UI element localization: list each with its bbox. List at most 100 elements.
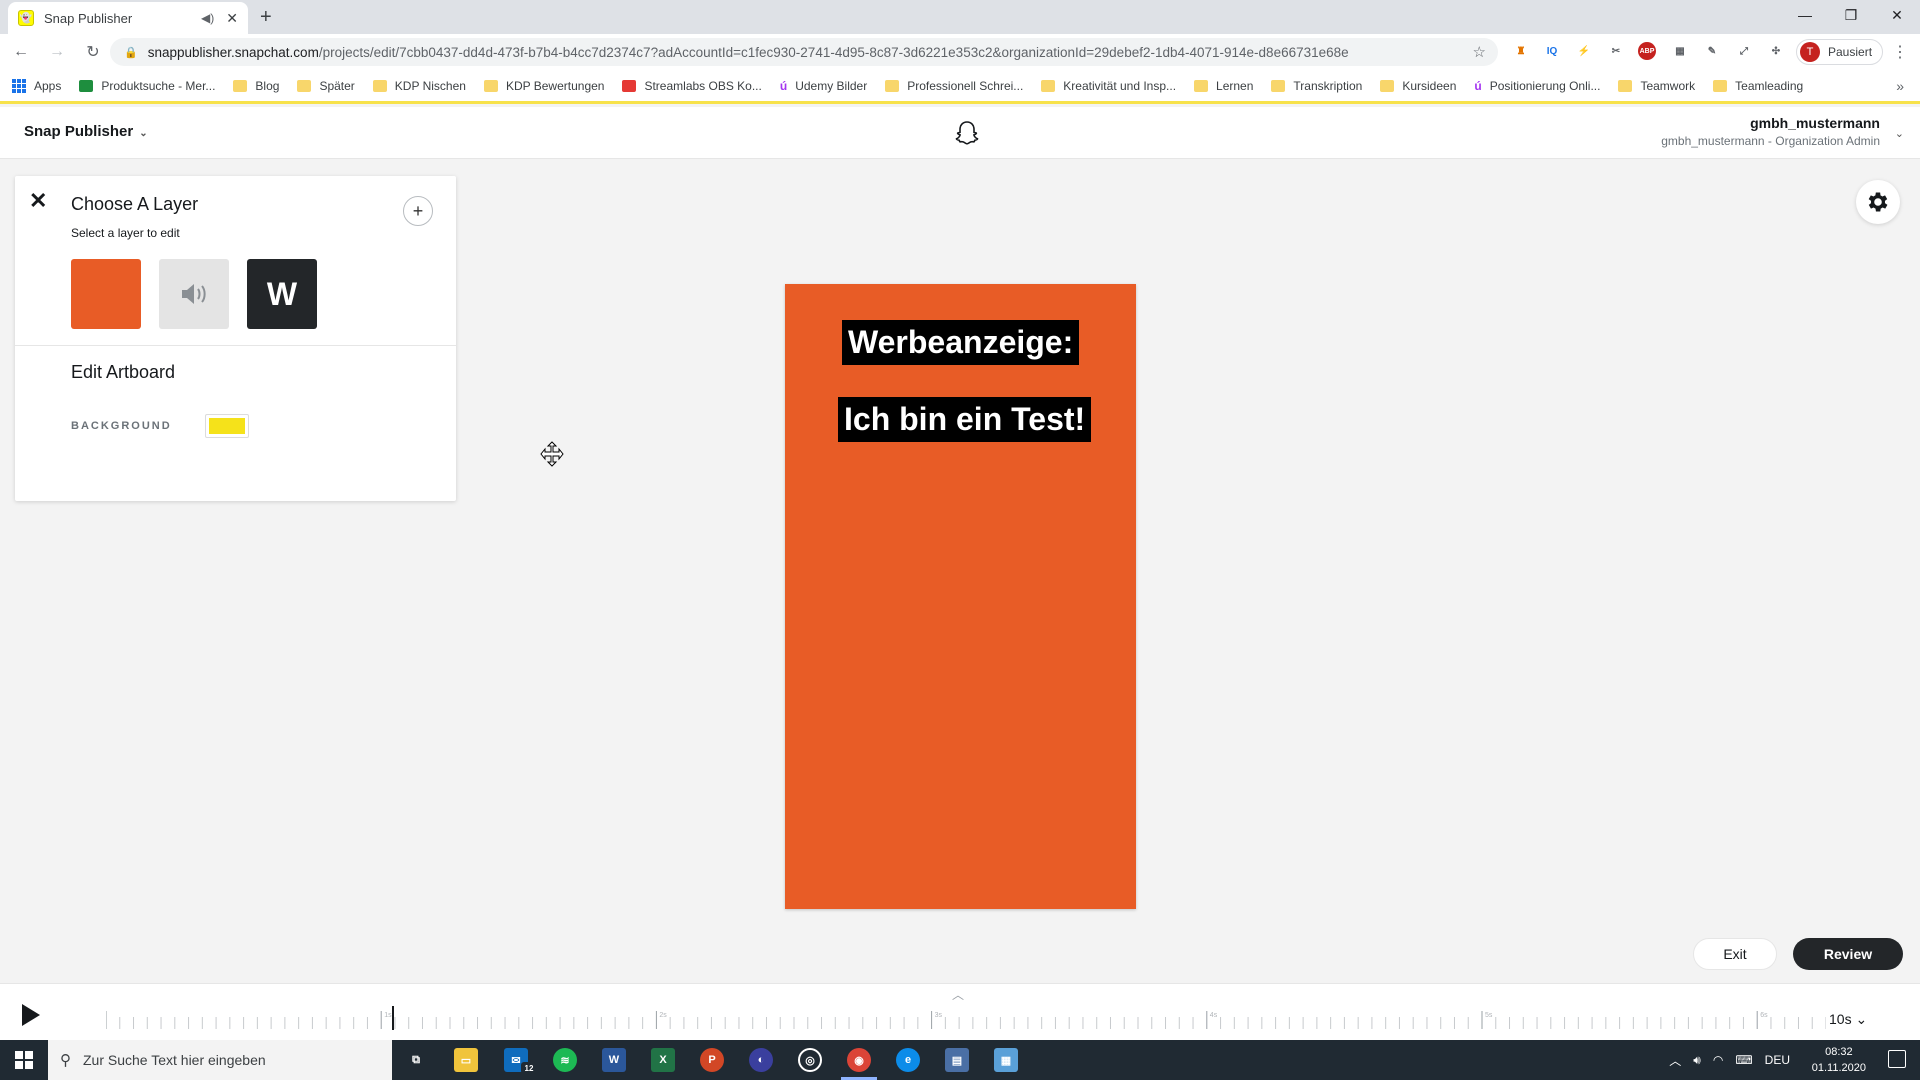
- extension-hat-icon[interactable]: ♜: [1512, 42, 1530, 60]
- headline-text-element[interactable]: Werbeanzeige:: [842, 320, 1080, 365]
- tray-chevron-icon[interactable]: ︿: [1669, 1052, 1681, 1069]
- word-icon[interactable]: W: [602, 1048, 626, 1072]
- powerpoint-icon[interactable]: P: [700, 1048, 724, 1072]
- bookmark-item[interactable]: Streamlabs OBS Ko...: [622, 79, 762, 93]
- background-label: BACKGROUND: [71, 420, 172, 432]
- bookmark-item[interactable]: KDP Bewertungen: [483, 79, 604, 93]
- bookmark-item[interactable]: KDP Nischen: [372, 79, 466, 93]
- bookmark-label: Blog: [255, 78, 280, 93]
- app-icon[interactable]: ◐: [749, 1048, 773, 1072]
- obs-icon[interactable]: ◎: [798, 1048, 822, 1072]
- artboard-canvas[interactable]: Werbeanzeige: Ich bin ein Test!: [785, 284, 1136, 909]
- play-icon[interactable]: [22, 1004, 40, 1026]
- extension-grid-icon[interactable]: ▦: [1671, 42, 1689, 60]
- bookmark-item[interactable]: ú Positionierung Onli...: [1474, 79, 1600, 93]
- task-view-icon[interactable]: ⧉: [404, 1048, 428, 1072]
- udemy-icon: ú: [779, 78, 788, 93]
- tab-audio-icon[interactable]: ◀): [201, 11, 214, 25]
- tab-close-icon[interactable]: ✕: [226, 10, 238, 27]
- bookmark-item[interactable]: ú Udemy Bilder: [780, 79, 867, 93]
- bookmark-label: Apps: [34, 78, 62, 93]
- back-icon[interactable]: ←: [6, 43, 36, 61]
- reload-icon[interactable]: ↻: [78, 42, 108, 62]
- forward-icon[interactable]: →: [42, 43, 72, 61]
- timeline-expand-icon[interactable]: ︿: [952, 986, 964, 1003]
- background-color-swatch[interactable]: [205, 414, 249, 438]
- duration-select[interactable]: 10s ⌄: [1829, 1011, 1867, 1028]
- notepad-icon[interactable]: ▦: [994, 1048, 1018, 1072]
- extension-iq-icon[interactable]: IQ: [1543, 42, 1561, 60]
- notification-center-icon[interactable]: [1888, 1050, 1906, 1068]
- folder-icon: [233, 79, 248, 92]
- snapchat-ghost-icon[interactable]: [953, 119, 981, 147]
- bookmark-item[interactable]: Blog: [233, 79, 279, 93]
- review-button[interactable]: Review: [1793, 938, 1903, 970]
- ruler-tick-label: 4s: [1210, 1012, 1218, 1019]
- page-icon: [79, 79, 94, 92]
- edge-icon[interactable]: e: [896, 1048, 920, 1072]
- adblock-icon[interactable]: ABP: [1638, 42, 1656, 60]
- bookmark-item[interactable]: Lernen: [1194, 79, 1253, 93]
- playhead[interactable]: [392, 1006, 394, 1030]
- chrome-icon[interactable]: ◉: [847, 1048, 871, 1072]
- new-tab-button[interactable]: +: [260, 6, 272, 29]
- timeline-ruler[interactable]: 1s2s3s4s5s6s7s8s9s: [106, 1009, 1826, 1029]
- bookmarks-overflow-icon[interactable]: »: [1896, 78, 1904, 94]
- timeline: ︿ 1s2s3s4s5s6s7s8s9s 10s ⌄: [0, 983, 1920, 1040]
- plus-icon: +: [412, 200, 424, 221]
- layer-panel: ✕ Choose A Layer Select a layer to edit …: [15, 176, 456, 501]
- browser-menu-icon[interactable]: ⋮: [1892, 42, 1908, 62]
- extension-tool-icon[interactable]: ✂: [1607, 42, 1625, 60]
- brand-label: Snap Publisher: [24, 123, 134, 140]
- bookmark-item[interactable]: Teamwork: [1618, 79, 1695, 93]
- excel-icon[interactable]: X: [651, 1048, 675, 1072]
- youtube-icon: [622, 79, 637, 92]
- bookmark-item[interactable]: Produktsuche - Mer...: [79, 79, 215, 93]
- bookmark-item[interactable]: Teamleading: [1713, 79, 1803, 93]
- bookmark-item[interactable]: Kursideen: [1380, 79, 1456, 93]
- bookmark-item[interactable]: Apps: [12, 78, 62, 93]
- bookmark-star-icon[interactable]: ☆: [1473, 43, 1486, 61]
- layer-text[interactable]: W: [247, 259, 317, 329]
- settings-button[interactable]: [1856, 180, 1900, 224]
- bookmark-item[interactable]: Transkription: [1271, 79, 1362, 93]
- address-bar[interactable]: 🔒 snappublisher.snapchat.com /projects/e…: [110, 38, 1498, 66]
- spotify-icon[interactable]: ≋: [553, 1048, 577, 1072]
- restore-icon[interactable]: ❐: [1828, 0, 1874, 30]
- wifi-icon[interactable]: ◠: [1713, 1053, 1723, 1067]
- avatar: T: [1800, 42, 1820, 62]
- clock[interactable]: 08:32 01.11.2020: [1812, 1044, 1866, 1076]
- bookmark-label: Produktsuche - Mer...: [101, 78, 216, 93]
- swatch-fill: [209, 418, 245, 434]
- add-layer-button[interactable]: +: [403, 196, 433, 226]
- exit-button[interactable]: Exit: [1693, 938, 1777, 970]
- minimize-icon[interactable]: —: [1782, 0, 1828, 30]
- taskbar-search-input[interactable]: ⚲ Zur Suche Text hier eingeben: [48, 1040, 392, 1080]
- layer-color-background[interactable]: [71, 259, 141, 329]
- user-menu[interactable]: gmbh_mustermann gmbh_mustermann - Organi…: [1661, 115, 1880, 148]
- duration-value: 10s: [1829, 1011, 1852, 1027]
- app-window-icon[interactable]: ▤: [945, 1048, 969, 1072]
- keyboard-icon[interactable]: ⌨: [1735, 1053, 1752, 1067]
- layer-audio[interactable]: [159, 259, 229, 329]
- volume-icon[interactable]: 🔊︎: [1693, 1053, 1701, 1068]
- extension-lightning-icon[interactable]: ⚡: [1575, 42, 1593, 60]
- eyedropper-icon[interactable]: ✎: [1703, 42, 1721, 60]
- fullscreen-icon[interactable]: ⤢: [1735, 42, 1753, 60]
- extensions-puzzle-icon[interactable]: ✣: [1767, 42, 1785, 60]
- bookmark-item[interactable]: Kreativität und Insp...: [1041, 79, 1176, 93]
- bookmark-item[interactable]: Professionell Schrei...: [885, 79, 1023, 93]
- bookmark-item[interactable]: Später: [297, 79, 355, 93]
- close-panel-icon[interactable]: ✕: [29, 188, 47, 214]
- user-chevron-down-icon[interactable]: ⌄: [1895, 127, 1904, 140]
- browser-tab[interactable]: 👻 Snap Publisher ◀) ✕: [8, 2, 248, 34]
- windows-start-icon[interactable]: [0, 1040, 48, 1080]
- chevron-down-icon: ⌄: [139, 128, 148, 139]
- app-switcher[interactable]: Snap Publisher ⌄: [24, 123, 148, 140]
- window-close-icon[interactable]: ✕: [1874, 0, 1920, 30]
- folder-icon: [1713, 79, 1728, 92]
- subline-text-element[interactable]: Ich bin ein Test!: [838, 397, 1092, 442]
- language-indicator[interactable]: DEU: [1765, 1053, 1790, 1067]
- profile-button[interactable]: T Pausiert: [1796, 39, 1884, 65]
- file-explorer-icon[interactable]: ▭: [454, 1048, 478, 1072]
